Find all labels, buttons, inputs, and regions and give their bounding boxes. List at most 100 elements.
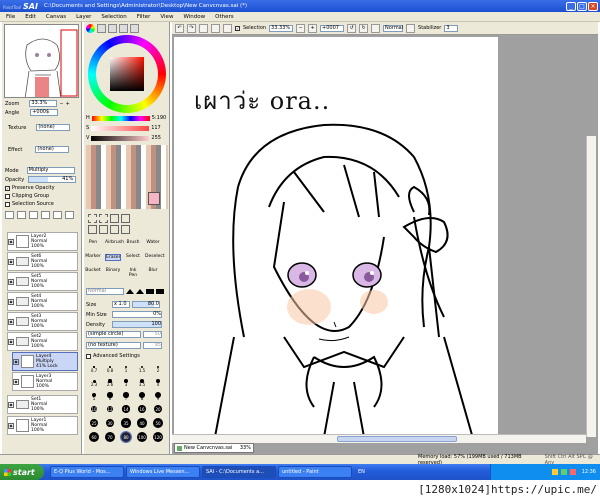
zoom-in-icon[interactable]: +	[308, 23, 318, 33]
clipping-group-checkbox[interactable]	[5, 193, 10, 199]
tool-water[interactable]: Water	[145, 240, 161, 245]
rotate-tool-icon[interactable]	[99, 225, 108, 234]
angle-value[interactable]: +000$	[30, 109, 59, 116]
size-slider[interactable]: 80.0	[132, 301, 160, 308]
brush-size-grid[interactable]: 0.7 0.8 1 1.5 2 2.3 2.6 3 3.5 4 5 6 7 8 9 10 12 14 16 20 25 3…	[86, 362, 166, 450]
redo-icon[interactable]: ↷	[187, 23, 196, 33]
visibility-eye-icon[interactable]: ◉	[8, 318, 14, 325]
texture-dropdown[interactable]: (none)	[36, 124, 71, 131]
copy-layer-icon[interactable]	[29, 211, 38, 219]
opacity-slider[interactable]: 41%	[28, 176, 77, 183]
vertical-scrollbar[interactable]	[586, 136, 596, 437]
swatch-tab-icon[interactable]	[119, 24, 128, 33]
tool-ink-pen[interactable]: Ink Pen	[125, 268, 141, 278]
delete-layer-icon[interactable]	[65, 211, 74, 219]
color-wheel-tab-icon[interactable]	[86, 24, 95, 33]
visibility-eye-icon[interactable]: ◉	[8, 338, 14, 345]
tool-select[interactable]: Select	[125, 254, 141, 259]
saturation-value-square[interactable]	[110, 57, 144, 91]
angle-dropdown[interactable]: +0007	[320, 24, 345, 32]
invert-selection-icon[interactable]	[211, 23, 220, 33]
horizontal-scrollbar[interactable]	[172, 434, 586, 443]
stabilizer-dropdown[interactable]: 3	[444, 24, 459, 32]
menu-others[interactable]: Others	[215, 14, 233, 20]
menu-edit[interactable]: Edit	[25, 14, 36, 20]
size-multiplier[interactable]: x 1.0	[112, 301, 130, 308]
layer-folder-item[interactable]: ◉ Set5 Normal 100%	[7, 272, 78, 291]
rotate-left-icon[interactable]: ↺	[347, 23, 357, 33]
tray-icon[interactable]	[569, 469, 576, 475]
drawing-canvas[interactable]: เผาว่ะ ora..	[174, 37, 498, 442]
eyedropper-icon[interactable]	[121, 225, 130, 234]
taskbar-button-active[interactable]: SAI - C:\Documents a...	[202, 466, 276, 478]
layer-folder-item[interactable]: ◉ Set1 Normal 100%	[7, 395, 78, 414]
preserve-opacity-checkbox[interactable]: ✓	[5, 185, 10, 191]
layer-item[interactable]: ◉ Layer1 Normal 100%	[7, 416, 78, 435]
tool-eraser[interactable]: Eraser	[105, 254, 121, 261]
tool-marker[interactable]: Marker	[85, 254, 101, 259]
min-size-slider[interactable]: 0%	[112, 311, 162, 318]
brush-shape-strength[interactable]: 50	[143, 331, 162, 338]
hsv-slider-tab-icon[interactable]	[108, 24, 117, 33]
hue-ring[interactable]	[88, 35, 166, 113]
visibility-eye-icon[interactable]: ◉	[8, 238, 14, 245]
visibility-eye-icon[interactable]: ◉	[8, 258, 14, 265]
menu-filter[interactable]: Filter	[137, 14, 151, 20]
brush-shape-icon[interactable]	[146, 289, 154, 294]
selection-checkbox[interactable]: ✓	[235, 25, 240, 31]
minimize-button[interactable]: _	[566, 1, 576, 11]
layer-folder-item[interactable]: ◉ Set6 Normal 100%	[7, 252, 78, 271]
layer-folder-item[interactable]: ◉ Set2 Normal 100%	[7, 332, 78, 351]
visibility-eye-icon[interactable]: ◉	[13, 378, 19, 385]
density-slider[interactable]: 100	[112, 321, 162, 328]
rgb-slider-tab-icon[interactable]	[97, 24, 106, 33]
show-selection-icon[interactable]	[223, 23, 232, 33]
new-folder-icon[interactable]	[17, 211, 26, 219]
tray-icon[interactable]	[551, 469, 558, 475]
menu-window[interactable]: Window	[183, 14, 205, 20]
visibility-eye-icon[interactable]: ◉	[8, 401, 14, 408]
menu-selection[interactable]: Selection	[101, 14, 126, 20]
magic-wand-icon[interactable]	[110, 214, 119, 223]
advanced-settings-checkbox[interactable]	[86, 353, 91, 359]
tool-airbrush[interactable]: Airbrush	[105, 240, 124, 245]
layer-item-selected[interactable]: ◉ Layer4 Multiply 41% Lock	[12, 352, 78, 371]
zoom-in-icon[interactable]: +	[66, 101, 70, 107]
undo-icon[interactable]: ↶	[175, 23, 184, 33]
layer-item[interactable]: ◉ Layer3 Normal 100%	[12, 372, 78, 391]
close-button[interactable]: ×	[588, 1, 598, 11]
zoom-out-icon[interactable]: −	[296, 23, 306, 33]
brush-mode-dropdown[interactable]: Normal	[86, 288, 124, 295]
effect-dropdown[interactable]: (none)	[35, 146, 70, 153]
tool-binary[interactable]: Binary	[105, 268, 121, 273]
visibility-eye-icon[interactable]: ◉	[8, 422, 14, 429]
blend-mode-dropdown[interactable]: Multiply	[26, 167, 75, 174]
visibility-eye-icon[interactable]: ◉	[8, 298, 14, 305]
taskbar-button[interactable]: E-Q Plus World - Mos...	[50, 466, 124, 478]
new-layer-icon[interactable]	[5, 211, 14, 219]
start-button[interactable]: start	[0, 464, 44, 480]
saturation-slider[interactable]	[91, 125, 150, 131]
taskbar-button[interactable]: untitled - Paint	[278, 466, 352, 478]
brush-shape-dropdown[interactable]: (simple circle)	[86, 331, 141, 338]
brush-shape-icon[interactable]	[156, 289, 164, 294]
brush-texture-dropdown[interactable]: (no texture)	[86, 342, 141, 349]
merge-layer-icon[interactable]	[41, 211, 50, 219]
brush-texture-strength[interactable]: 95	[143, 342, 162, 349]
move-icon[interactable]	[121, 214, 130, 223]
taskbar-button[interactable]: Windows Live Messen...	[126, 466, 200, 478]
menu-layer[interactable]: Layer	[76, 14, 91, 20]
value-slider[interactable]	[91, 135, 150, 141]
rotate-right-icon[interactable]: ↻	[359, 23, 369, 33]
clock[interactable]: 12:36	[582, 469, 596, 475]
flip-icon[interactable]	[406, 23, 416, 33]
brush-shape-icon[interactable]	[126, 289, 134, 294]
menu-view[interactable]: View	[160, 14, 173, 20]
hand-tool-icon[interactable]	[110, 225, 119, 234]
selection-source-checkbox[interactable]	[5, 201, 10, 207]
tray-icon[interactable]	[560, 469, 567, 475]
current-color-swatch[interactable]	[148, 192, 160, 205]
tool-blur[interactable]: Blur	[145, 268, 161, 273]
menu-file[interactable]: File	[6, 14, 15, 20]
tool-pen[interactable]: Pen	[85, 240, 101, 245]
